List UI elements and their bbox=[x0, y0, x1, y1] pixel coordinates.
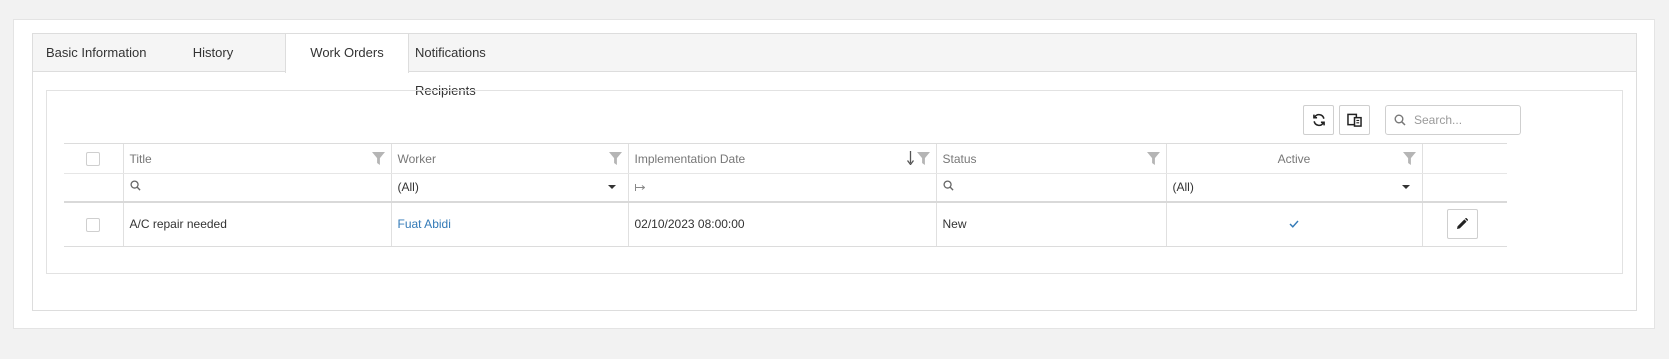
column-label: Worker bbox=[397, 151, 436, 166]
date-range-icon bbox=[634, 184, 645, 192]
tab-work-orders[interactable]: Work Orders bbox=[285, 34, 409, 73]
select-all-checkbox[interactable] bbox=[86, 151, 101, 166]
filter-icon[interactable] bbox=[371, 152, 385, 165]
cell-active bbox=[1165, 201, 1422, 247]
table-row[interactable]: A/C repair needed Fuat Abidi 02/10/2023 … bbox=[64, 201, 1507, 247]
row-checkbox[interactable] bbox=[86, 217, 101, 232]
worker-filter-value: (All) bbox=[397, 180, 419, 195]
select-all-cell bbox=[64, 143, 123, 174]
column-label: Active bbox=[1277, 151, 1311, 166]
column-header-actions bbox=[1421, 143, 1507, 174]
cell-actions bbox=[1421, 201, 1507, 247]
filter-icon[interactable] bbox=[1402, 152, 1416, 165]
search-icon bbox=[942, 180, 954, 191]
cell-status: New bbox=[935, 201, 1166, 247]
search-input[interactable] bbox=[1414, 113, 1514, 127]
data-grid: Title Worker Implementation Date Status bbox=[64, 143, 1507, 247]
filter-title[interactable] bbox=[122, 173, 391, 203]
filter-worker[interactable]: (All) bbox=[390, 173, 628, 203]
column-chooser-icon bbox=[1347, 113, 1362, 127]
column-header-active[interactable]: Active bbox=[1165, 143, 1422, 174]
row-select-cell bbox=[64, 201, 123, 247]
filter-cell-empty bbox=[1421, 173, 1507, 203]
search-icon bbox=[129, 180, 141, 191]
column-chooser-button[interactable] bbox=[1339, 105, 1370, 135]
active-filter-value: (All) bbox=[1172, 180, 1194, 195]
filter-cell-empty bbox=[64, 173, 123, 203]
cell-worker: Fuat Abidi bbox=[390, 201, 628, 247]
checkmark-icon bbox=[1289, 220, 1299, 229]
filter-implementation-date[interactable] bbox=[627, 173, 936, 203]
tab-bar: Basic Information History Work Orders No… bbox=[33, 34, 1636, 98]
refresh-button[interactable] bbox=[1303, 105, 1334, 135]
caret-down-icon bbox=[607, 185, 616, 190]
worker-filter-dropdown[interactable]: (All) bbox=[397, 174, 628, 200]
refresh-icon bbox=[1312, 113, 1325, 127]
tab-history[interactable]: History bbox=[183, 34, 243, 72]
edit-button[interactable] bbox=[1446, 209, 1478, 240]
filter-icon[interactable] bbox=[1146, 152, 1160, 165]
tab-basic-information[interactable]: Basic Information bbox=[46, 34, 156, 72]
column-label: Implementation Date bbox=[634, 151, 746, 166]
cell-implementation-date: 02/10/2023 08:00:00 bbox=[627, 201, 936, 247]
active-filter-dropdown[interactable]: (All) bbox=[1172, 174, 1422, 200]
filter-icon[interactable] bbox=[608, 152, 622, 165]
tab-notifications-recipients[interactable]: Notifications Recipients bbox=[409, 34, 549, 98]
search-box[interactable] bbox=[1385, 105, 1521, 135]
sort-descending-icon[interactable] bbox=[906, 151, 914, 165]
work-orders-grid: Title Worker Implementation Date Status bbox=[46, 90, 1623, 274]
column-header-title[interactable]: Title bbox=[122, 143, 391, 174]
tab-panel: Basic Information History Work Orders No… bbox=[32, 33, 1637, 311]
pencil-icon bbox=[1457, 218, 1468, 230]
filter-active[interactable]: (All) bbox=[1165, 173, 1422, 203]
page-card: Basic Information History Work Orders No… bbox=[13, 19, 1655, 329]
worker-link[interactable]: Fuat Abidi bbox=[398, 217, 451, 231]
column-header-worker[interactable]: Worker bbox=[390, 143, 628, 174]
column-header-implementation-date[interactable]: Implementation Date bbox=[627, 143, 936, 174]
column-label: Status bbox=[942, 151, 977, 166]
filter-icon[interactable] bbox=[916, 152, 930, 165]
cell-title: A/C repair needed bbox=[122, 201, 391, 247]
header-row: Title Worker Implementation Date Status bbox=[64, 143, 1507, 174]
search-icon bbox=[1394, 114, 1406, 126]
column-header-status[interactable]: Status bbox=[935, 143, 1166, 174]
column-label: Title bbox=[129, 151, 152, 166]
caret-down-icon bbox=[1401, 185, 1410, 190]
filter-status[interactable] bbox=[935, 173, 1166, 203]
filter-row: (All) (All) bbox=[64, 173, 1507, 203]
